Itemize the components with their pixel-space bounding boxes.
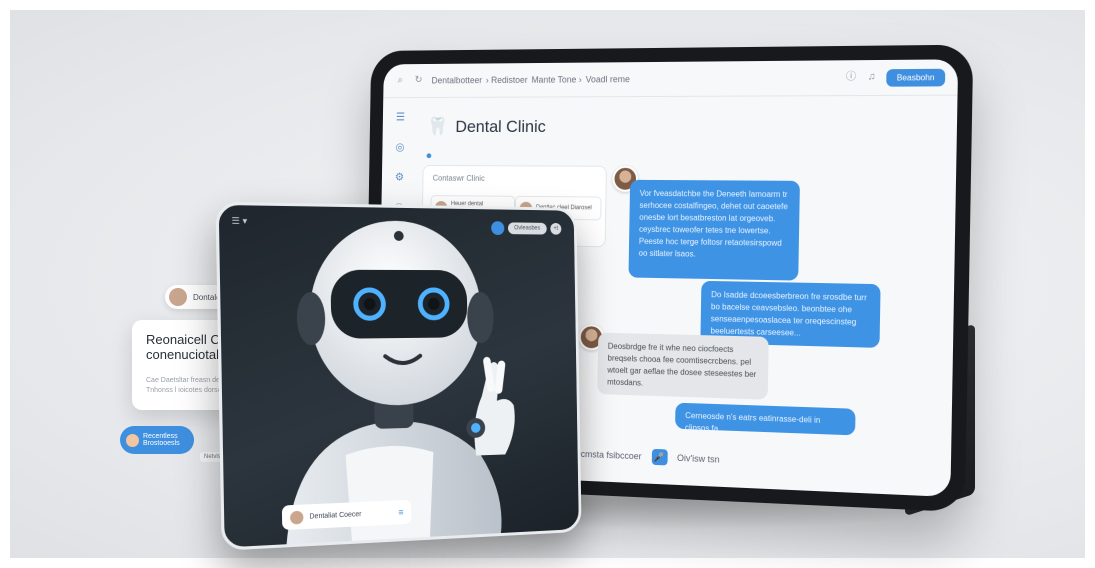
refresh-icon[interactable]: ↻	[413, 75, 424, 87]
info-icon[interactable]: ⓘ	[845, 71, 858, 83]
avatar	[169, 288, 187, 306]
breadcrumb-item[interactable]: Voadl reme	[586, 74, 630, 84]
menu-icon[interactable]: ≡	[398, 507, 403, 517]
top-bar: ⌕ ↻ Dentalbotteer › Redistoer Mante Tone…	[383, 59, 959, 99]
menu-icon[interactable]: ☰	[396, 111, 405, 124]
breadcrumb-item[interactable]: Dentalbotteer	[432, 75, 483, 85]
recent-pill[interactable]: Recentless Brostooesls	[120, 426, 194, 454]
robot-illustration	[284, 219, 516, 545]
side-rail: ☰ ◎ ⚙ ☺	[389, 111, 411, 213]
chat-message-outgoing: Cerneosde n's eatrs eatinrasse-deli in c…	[675, 402, 856, 436]
page-title: 🦷 Dental Clinic	[427, 116, 546, 137]
contacts-panel-title: Contaswr Clinic	[432, 173, 485, 183]
breadcrumb: Dentalbotteer › Redistoer Mante Tone › V…	[432, 73, 837, 85]
top-action-button[interactable]: Beasbohn	[886, 68, 946, 87]
breadcrumb-item[interactable]: › Redistoer	[486, 75, 528, 85]
avatar	[126, 433, 139, 447]
chat-message-incoming: Deosbrdge fre it whe neo ciocfoects breq…	[597, 332, 769, 400]
send-button[interactable]: Oiv'isw tsn	[677, 453, 720, 465]
clinic-title-text: Dental Clinic	[455, 116, 546, 136]
robot-card: ☰ ▾ Ovleasbes +t Dentaliat Coecer ≡	[215, 201, 582, 551]
search-icon[interactable]: ⌕	[394, 75, 405, 87]
mic-icon[interactable]: 🎤	[651, 448, 668, 466]
robot-card-footer-label: Dentaliat Coecer	[309, 510, 362, 521]
message-composer: × ☺ Decmsta fsibccoer 🎤 Oiv'isw tsn	[536, 439, 919, 481]
chat-icon[interactable]: ◎	[395, 141, 404, 154]
settings-icon[interactable]: ⚙	[395, 171, 404, 184]
avatar	[290, 510, 304, 525]
recent-pill-label: Recentless Brostooesls	[143, 433, 180, 447]
bell-icon[interactable]: ♫	[865, 71, 878, 83]
status-dot	[426, 153, 432, 159]
tooth-icon: 🦷	[426, 116, 449, 136]
chat-message-incoming: Vor fveasdatchbe the Deneeth lamoarm tr …	[628, 179, 800, 281]
breadcrumb-item[interactable]: Mante Tone ›	[531, 75, 581, 85]
